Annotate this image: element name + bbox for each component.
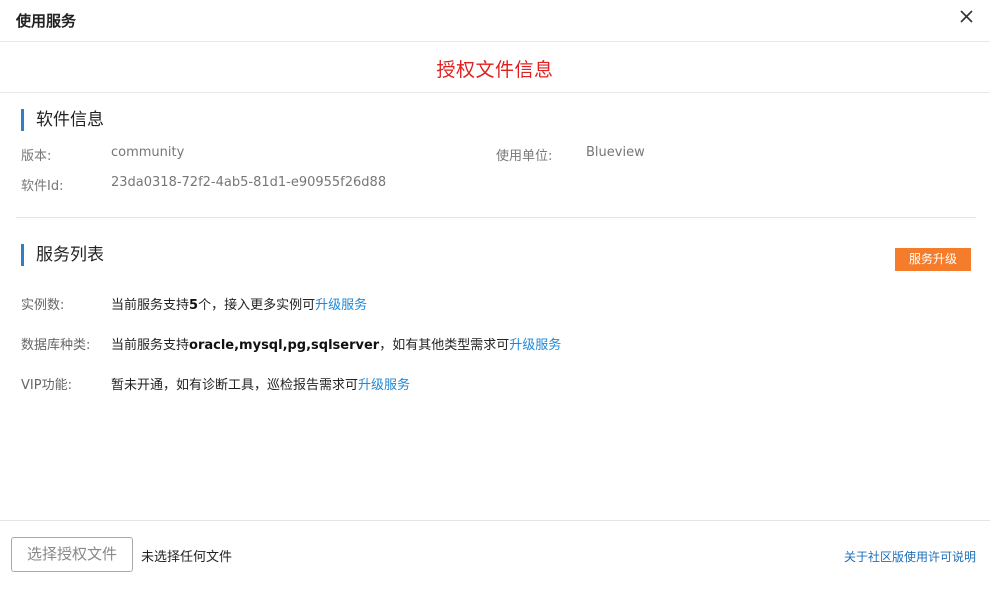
software-id-label: 软件Id: [21, 179, 64, 194]
choose-license-file-button[interactable]: 选择授权文件 [11, 537, 133, 572]
section-divider [16, 217, 976, 218]
vip-upgrade-link[interactable]: 升级服务 [358, 378, 410, 393]
unit-label: 使用单位: [496, 149, 553, 164]
unit-value: Blueview [586, 145, 645, 160]
dialog-header: 使用服务 [0, 0, 990, 42]
license-banner: 授权文件信息 [0, 42, 990, 93]
db-types-label: 数据库种类: [21, 338, 91, 353]
dialog-title: 使用服务 [16, 12, 77, 30]
community-license-link[interactable]: 关于社区版使用许可说明 [844, 548, 976, 565]
software-info-heading: 软件信息 [21, 109, 104, 131]
db-types-list: oracle,mysql,pg,sqlserver [189, 338, 380, 353]
db-types-text-suffix: ，如有其他类型需求可 [379, 338, 510, 353]
db-types-text-prefix: 当前服务支持 [111, 338, 190, 353]
db-types-text: 当前服务支持oracle,mysql,pg,sqlserver，如有其他类型需求… [111, 334, 561, 353]
upgrade-service-button[interactable]: 服务升级 [895, 248, 971, 271]
vip-text: 暂未开通，如有诊断工具，巡检报告需求可升级服务 [111, 374, 410, 393]
close-button[interactable] [956, 6, 978, 28]
instances-count: 5 [189, 298, 199, 313]
instances-upgrade-link[interactable]: 升级服务 [315, 298, 367, 313]
instances-text: 当前服务支持5个，接入更多实例可升级服务 [111, 294, 367, 313]
service-list-heading: 服务列表 [21, 244, 104, 266]
instances-label: 实例数: [21, 298, 65, 313]
vip-label: VIP功能: [21, 378, 72, 393]
dialog-footer: 选择授权文件 未选择任何文件 关于社区版使用许可说明 [0, 520, 990, 611]
version-value: community [111, 145, 185, 160]
close-icon [960, 10, 973, 23]
instances-text-prefix: 当前服务支持 [111, 298, 190, 313]
banner-title: 授权文件信息 [436, 59, 554, 81]
file-status-text: 未选择任何文件 [141, 550, 233, 565]
software-id-value: 23da0318-72f2-4ab5-81d1-e90955f26d88 [111, 175, 387, 190]
instances-text-suffix: 个，接入更多实例可 [198, 298, 316, 313]
vip-text-prefix: 暂未开通，如有诊断工具，巡检报告需求可 [111, 378, 359, 393]
version-label: 版本: [21, 149, 52, 164]
db-types-upgrade-link[interactable]: 升级服务 [509, 338, 561, 353]
